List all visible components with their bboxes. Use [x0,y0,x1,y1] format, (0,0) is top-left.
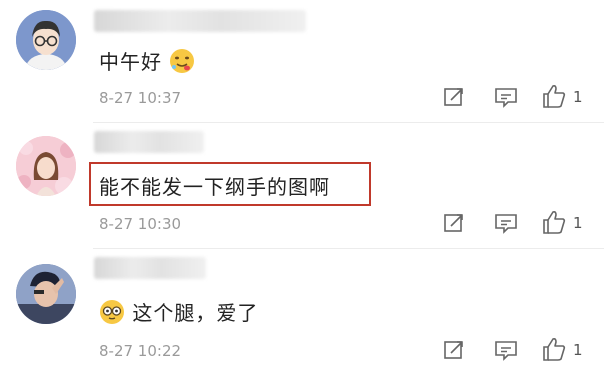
username-blurred[interactable] [94,257,206,279]
username-blurred[interactable] [94,10,306,32]
comment-time: 8-27 10:22 [99,342,182,360]
comment-item: 这个腿，爱了 8-27 10:22 1 [0,250,604,374]
comment-time: 8-27 10:37 [99,89,182,107]
like-count: 1 [573,341,583,359]
repost-icon[interactable] [442,85,468,111]
divider [93,122,604,123]
comment-text: 中午好 [99,46,195,79]
comment-item: 中午好 8-27 10:37 1 [0,0,604,120]
username-blurred[interactable] [94,131,204,153]
avatar[interactable] [16,136,76,196]
comment-icon[interactable] [493,211,519,237]
like-icon[interactable] [541,336,567,362]
comment-text: 能不能发一下纲手的图啊 [99,175,330,199]
comment-text: 这个腿，爱了 [99,297,258,330]
repost-icon[interactable] [442,338,468,364]
like-count: 1 [573,88,583,106]
avatar[interactable] [16,10,76,70]
divider [93,248,604,249]
comment-icon[interactable] [493,85,519,111]
comment-icon[interactable] [493,338,519,364]
drooling-face-icon [169,48,195,79]
avatar[interactable] [16,264,76,324]
like-count: 1 [573,214,583,232]
comment-time: 8-27 10:30 [99,215,182,233]
like-icon[interactable] [541,209,567,235]
comment-item: 能不能发一下纲手的图啊 8-27 10:30 1 [0,124,604,244]
glasses-face-icon [99,299,125,330]
repost-icon[interactable] [442,211,468,237]
like-icon[interactable] [541,83,567,109]
